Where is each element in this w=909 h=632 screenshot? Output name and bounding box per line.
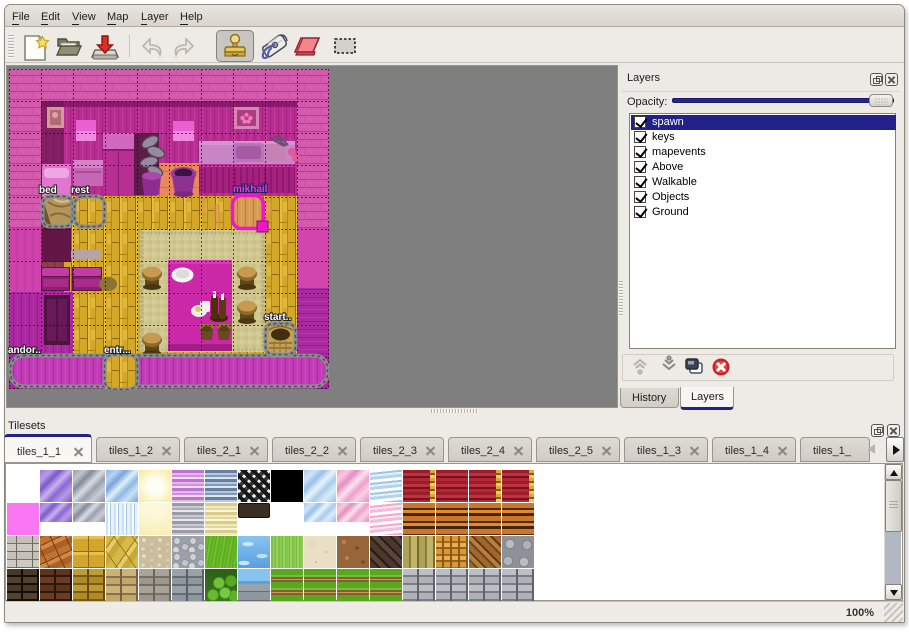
svg-text:rest: rest (71, 185, 90, 196)
svg-text:start..: start.. (264, 312, 291, 323)
svg-text:mikhail: mikhail (233, 184, 268, 195)
svg-text:bed: bed (39, 185, 57, 196)
svg-text:entr...: entr... (104, 345, 131, 356)
svg-text:andor..: andor.. (8, 345, 41, 356)
